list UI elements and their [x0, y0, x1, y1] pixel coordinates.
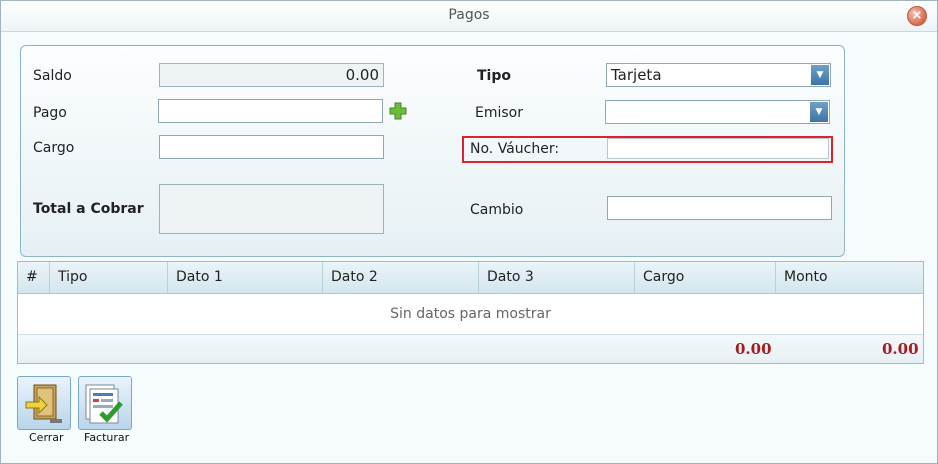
- emisor-label: Emisor: [475, 105, 523, 121]
- column-header-dato2[interactable]: Dato 2: [323, 262, 479, 293]
- column-header-tipo[interactable]: Tipo: [50, 262, 168, 293]
- cerrar-button[interactable]: [17, 376, 71, 430]
- pago-label: Pago: [33, 105, 67, 121]
- empty-grid-message: Sin datos para mostrar: [18, 294, 923, 335]
- facturar-button[interactable]: [78, 376, 132, 430]
- invoice-check-icon: [85, 384, 123, 424]
- plus-icon[interactable]: [389, 102, 407, 120]
- total-a-cobrar-field: [159, 184, 384, 234]
- column-header-monto[interactable]: Monto: [776, 262, 923, 293]
- voucher-label: No. Váucher:: [470, 141, 560, 157]
- total-cargo: 0.00: [735, 340, 772, 358]
- tipo-select[interactable]: Tarjeta ▼: [606, 63, 831, 87]
- saldo-field: 0.00: [159, 63, 384, 87]
- close-icon[interactable]: ×: [907, 6, 927, 26]
- titlebar: Pagos ×: [1, 1, 937, 32]
- chevron-down-icon[interactable]: ▼: [810, 102, 828, 122]
- tipo-selected-value: Tarjeta: [611, 66, 662, 84]
- column-header-dato1[interactable]: Dato 1: [168, 262, 323, 293]
- cambio-label: Cambio: [470, 202, 524, 218]
- emisor-select[interactable]: ▼: [605, 100, 830, 124]
- window-content: Saldo 0.00 Pago Cargo Total a Cobrar Tip…: [1, 32, 937, 463]
- facturar-label: Facturar: [84, 431, 130, 444]
- tipo-label: Tipo: [477, 68, 511, 84]
- saldo-label: Saldo: [33, 68, 72, 84]
- pago-input[interactable]: [158, 99, 383, 123]
- cargo-input[interactable]: [159, 135, 384, 159]
- payments-window: Pagos × Saldo 0.00 Pago Cargo Total a Co…: [0, 0, 938, 464]
- cargo-label: Cargo: [33, 140, 75, 156]
- cambio-input[interactable]: [607, 196, 832, 220]
- window-title: Pagos: [448, 7, 490, 23]
- column-header-dato3[interactable]: Dato 3: [479, 262, 635, 293]
- grid-header: # Tipo Dato 1 Dato 2 Dato 3 Cargo Monto: [18, 262, 923, 294]
- column-header-number[interactable]: #: [18, 262, 50, 293]
- voucher-input[interactable]: [607, 138, 829, 159]
- column-header-cargo[interactable]: Cargo: [635, 262, 776, 293]
- chevron-down-icon[interactable]: ▼: [811, 65, 829, 85]
- cerrar-label: Cerrar: [29, 431, 64, 444]
- grid-totals-row: 0.00 0.00: [18, 335, 923, 363]
- total-a-cobrar-label: Total a Cobrar: [33, 201, 144, 217]
- total-monto: 0.00: [882, 340, 919, 358]
- payments-grid: # Tipo Dato 1 Dato 2 Dato 3 Cargo Monto …: [17, 261, 924, 364]
- exit-door-icon: [25, 384, 62, 423]
